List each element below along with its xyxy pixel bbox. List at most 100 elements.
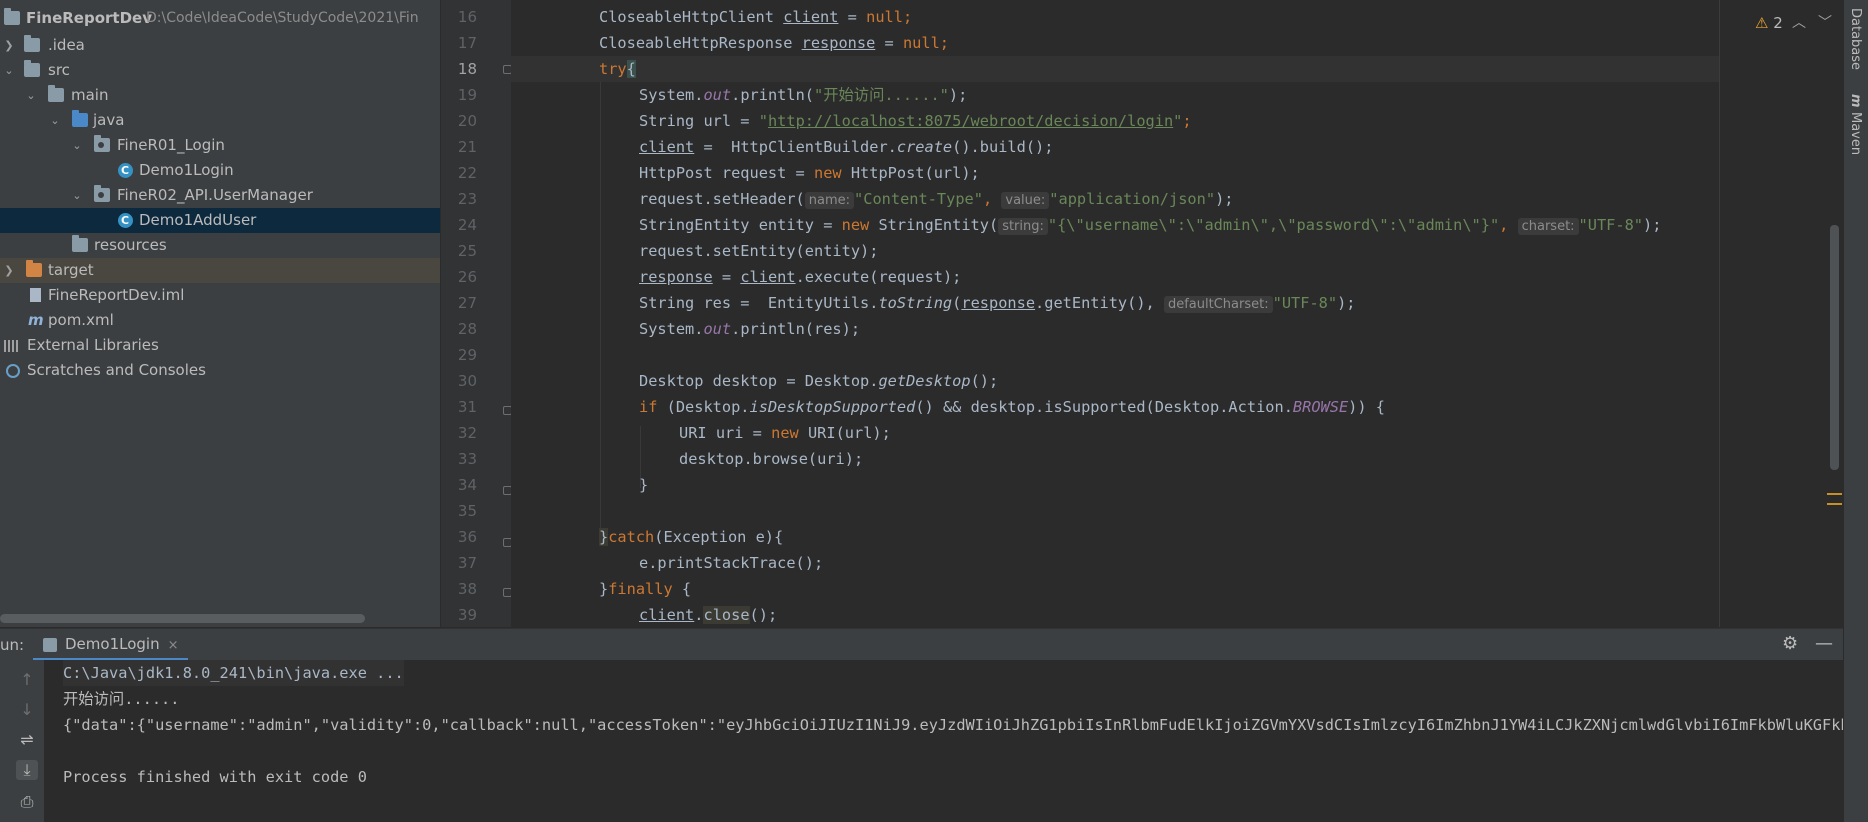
up-arrow-icon[interactable]: ↑: [16, 670, 38, 689]
tree-item-package-login[interactable]: ⌄ FineR01_Login: [0, 133, 440, 158]
tree-item-java[interactable]: ⌄ java: [0, 108, 440, 133]
line-number[interactable]: 27: [437, 290, 477, 316]
line-number[interactable]: 36: [437, 524, 477, 550]
line-number[interactable]: 24: [437, 212, 477, 238]
scroll-to-end-icon[interactable]: ⤓: [16, 760, 38, 780]
tree-item-demo1login[interactable]: Demo1Login: [0, 158, 440, 183]
tree-item-main[interactable]: ⌄ main: [0, 83, 440, 108]
chevron-down-icon[interactable]: ⌄: [24, 83, 38, 108]
line-number[interactable]: 25: [437, 238, 477, 264]
excluded-folder-icon: [26, 260, 42, 277]
tree-item-pom[interactable]: m pom.xml: [0, 308, 440, 333]
chevron-right-icon[interactable]: ❯: [2, 33, 16, 58]
console-line: 开始访问......: [63, 690, 180, 708]
chevron-down-icon[interactable]: ⌄: [70, 183, 84, 208]
chevron-down-icon[interactable]: ⌄: [2, 58, 16, 83]
maven-icon: m: [1848, 94, 1863, 108]
tree-item-iml[interactable]: FineReportDev.iml: [0, 283, 440, 308]
inspection-widget[interactable]: ⚠ 2: [1755, 14, 1783, 32]
line-number[interactable]: 21: [437, 134, 477, 160]
code-line-28: System.out.println(res);: [639, 320, 861, 338]
tree-item-target[interactable]: ❯ target: [0, 258, 440, 283]
line-number[interactable]: 19: [437, 82, 477, 108]
line-number[interactable]: 39: [437, 602, 477, 628]
param-hint-value: value:: [1001, 192, 1050, 209]
maven-tool-button[interactable]: Maven: [1848, 112, 1863, 155]
editor-gutter: 16 17 18 19 20 21 22 23 24 25 26 27 28 29 30 31 32 33 34 35…: [441, 0, 512, 627]
tree-root-path: D:\Code\IdeaCode\StudyCode\2021\Fin: [146, 10, 419, 26]
java-class-icon: [118, 158, 133, 183]
run-toolwindow-header: un: Demo1Login × ⚙ —: [0, 628, 1843, 661]
right-tool-strip: Database m Maven: [1843, 0, 1868, 822]
line-number[interactable]: 33: [437, 446, 477, 472]
horizontal-scrollbar[interactable]: [0, 614, 365, 623]
code-line-24: StringEntity entity = new StringEntity(s…: [639, 216, 1662, 235]
chevron-down-icon[interactable]: ⌄: [70, 133, 84, 158]
code-line-32: URI uri = new URI(url);: [679, 424, 891, 442]
line-number[interactable]: 30: [437, 368, 477, 394]
line-number[interactable]: 34: [437, 472, 477, 498]
line-number[interactable]: 18: [437, 56, 477, 82]
tree-item-idea[interactable]: ❯ .idea: [0, 33, 440, 58]
code-line-21: client = HttpClientBuilder.create().buil…: [639, 138, 1054, 156]
code-line-30: Desktop desktop = Desktop.getDesktop();: [639, 372, 999, 390]
module-file-icon: [30, 288, 41, 302]
tree-item-label: Demo1AddUser: [139, 211, 257, 229]
close-tab-icon[interactable]: ×: [168, 638, 179, 653]
line-number[interactable]: 22: [437, 160, 477, 186]
tree-item-package-usermanager[interactable]: ⌄ FineR02_API.UserManager: [0, 183, 440, 208]
chevron-right-icon[interactable]: ❯: [2, 258, 16, 283]
run-title: un:: [0, 636, 25, 654]
code-line-34: }: [639, 476, 649, 494]
tree-item-resources[interactable]: resources: [0, 233, 440, 258]
line-number[interactable]: 31: [437, 394, 477, 420]
tree-item-demo1adduser[interactable]: Demo1AddUser: [0, 208, 440, 233]
line-number[interactable]: 23: [437, 186, 477, 212]
code-line-19: System.out.println("开始访问......");: [639, 86, 968, 104]
tree-root[interactable]: FineReportDev D:\Code\IdeaCode\StudyCode…: [0, 6, 440, 31]
line-number[interactable]: 16: [437, 4, 477, 30]
tree-item-label: resources: [94, 236, 167, 254]
console-line-command: C:\Java\jdk1.8.0_241\bin\java.exe ...: [63, 660, 404, 686]
database-tool-button[interactable]: Database: [1848, 8, 1863, 70]
editor-vertical-scrollbar[interactable]: [1830, 225, 1839, 470]
warning-count: 2: [1773, 14, 1783, 32]
line-number[interactable]: 26: [437, 264, 477, 290]
tree-item-src[interactable]: ⌄ src: [0, 58, 440, 83]
print-icon[interactable]: ⎙: [16, 792, 38, 812]
maven-icon: m: [28, 311, 44, 329]
tree-item-label: FineR02_API.UserManager: [117, 186, 313, 204]
indent-guide: [600, 82, 601, 542]
tree-item-scratches[interactable]: Scratches and Consoles: [0, 358, 440, 383]
line-number[interactable]: 38: [437, 576, 477, 602]
line-number[interactable]: 29: [437, 342, 477, 368]
gear-icon[interactable]: ⚙: [1782, 633, 1798, 654]
tree-item-external-libraries[interactable]: External Libraries: [0, 333, 440, 358]
line-number[interactable]: 20: [437, 108, 477, 134]
run-tab-demo1login[interactable]: Demo1Login ×: [33, 629, 189, 661]
tree-item-label: External Libraries: [27, 336, 159, 354]
line-number[interactable]: 17: [437, 30, 477, 56]
console-line: {"data":{"username":"admin","validity":0…: [63, 716, 1843, 734]
next-highlight-icon[interactable]: ﹀: [1818, 12, 1832, 32]
line-number[interactable]: 35: [437, 498, 477, 524]
tree-item-label: main: [71, 86, 109, 104]
console-line: Process finished with exit code 0: [63, 768, 367, 786]
code-line-39: client.close();: [639, 606, 778, 624]
param-hint-default-charset: defaultCharset:: [1163, 296, 1273, 313]
code-editor[interactable]: CloseableHttpClient client = null; Close…: [511, 0, 1720, 627]
down-arrow-icon[interactable]: ↓: [16, 700, 38, 719]
code-line-23: request.setHeader(name: "Content-Type", v…: [639, 190, 1234, 209]
folder-icon: [24, 35, 40, 52]
error-stripe-marker[interactable]: [1827, 493, 1842, 495]
minimize-icon[interactable]: —: [1815, 633, 1833, 654]
line-number[interactable]: 28: [437, 316, 477, 342]
line-number[interactable]: 37: [437, 550, 477, 576]
tree-item-label: pom.xml: [48, 311, 114, 329]
chevron-down-icon[interactable]: ⌄: [48, 108, 62, 133]
console-output[interactable]: C:\Java\jdk1.8.0_241\bin\java.exe ... 开始…: [44, 660, 1843, 822]
line-number[interactable]: 32: [437, 420, 477, 446]
error-stripe-marker[interactable]: [1827, 503, 1842, 505]
soft-wrap-icon[interactable]: ⇌: [16, 730, 38, 749]
previous-highlight-icon[interactable]: ︿: [1792, 12, 1806, 32]
